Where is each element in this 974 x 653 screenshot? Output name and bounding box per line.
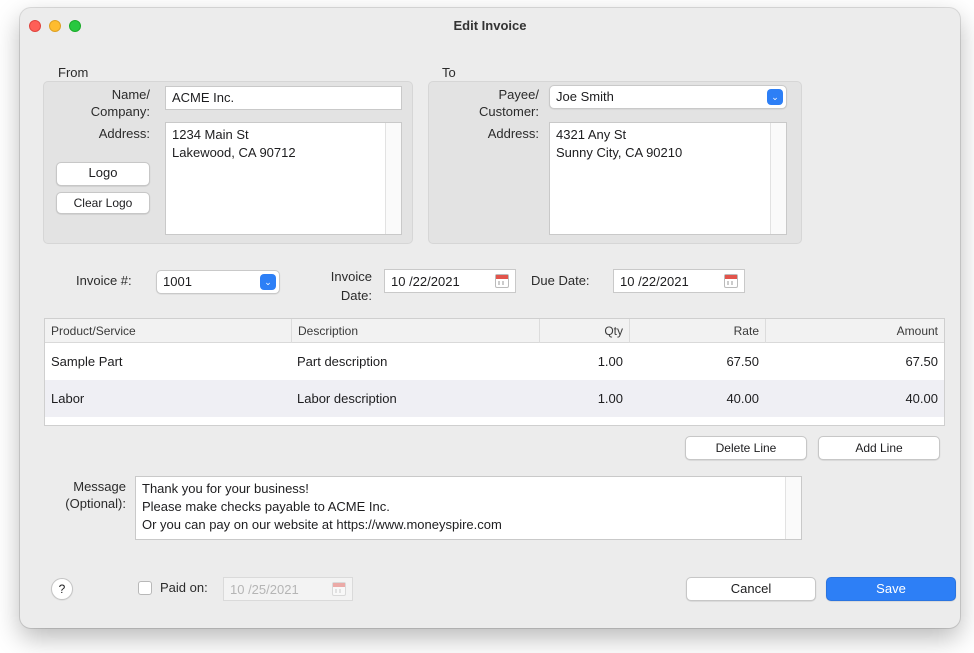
table-header: Product/Service Description Qty Rate Amo…: [45, 319, 944, 343]
invoice-number-value: 1001: [163, 274, 192, 289]
to-panel: Payee/ Customer: Joe Smith ⌄ Address: 43…: [428, 81, 802, 244]
save-button[interactable]: Save: [826, 577, 956, 601]
from-panel: Name/ Company: ACME Inc. Address: 1234 M…: [43, 81, 413, 244]
cell-qty: 1.00: [597, 391, 623, 406]
from-address-label: Address:: [98, 126, 150, 141]
cell-qty: 1.00: [597, 354, 623, 369]
paid-date-field: 10 /25/2021: [223, 577, 353, 601]
message-line-1: Thank you for your business!: [142, 481, 309, 496]
name-label-company: Company:: [90, 104, 150, 119]
invoice-date-label: Invoice: [330, 269, 372, 284]
to-address-label: Address:: [487, 126, 539, 141]
payee-label: Payee/: [498, 87, 539, 102]
title-bar[interactable]: Edit Invoice: [20, 8, 960, 44]
message-label: Message: [73, 479, 126, 494]
column-header-product[interactable]: Product/Service: [45, 319, 291, 343]
help-button[interactable]: ?: [51, 578, 73, 600]
to-address-field[interactable]: 4321 Any St Sunny City, CA 90210: [549, 122, 787, 235]
calendar-icon[interactable]: [724, 274, 738, 288]
from-section-label: From: [58, 65, 89, 80]
from-address-line-2: Lakewood, CA 90712: [172, 145, 296, 160]
payee-select-value: Joe Smith: [556, 89, 614, 104]
cell-amount: 67.50: [905, 354, 938, 369]
message-scrollbar[interactable]: [785, 477, 801, 539]
due-date-label: Due Date:: [531, 273, 590, 288]
cell-amount: 40.00: [905, 391, 938, 406]
logo-button[interactable]: Logo: [56, 162, 150, 186]
cell-rate: 40.00: [726, 391, 759, 406]
payee-select[interactable]: Joe Smith ⌄: [549, 85, 787, 109]
invoice-date-value: 10 /22/2021: [391, 274, 460, 289]
message-field[interactable]: Thank you for your business! Please make…: [135, 476, 802, 540]
name-company-field[interactable]: ACME Inc.: [165, 86, 402, 110]
add-line-button[interactable]: Add Line: [818, 436, 940, 460]
to-section-label: To: [442, 65, 456, 80]
to-address-line-2: Sunny City, CA 90210: [556, 145, 683, 160]
window-title: Edit Invoice: [453, 18, 527, 33]
column-header-qty[interactable]: Qty: [539, 319, 629, 343]
invoice-number-select[interactable]: 1001 ⌄: [156, 270, 280, 294]
invoice-date-field[interactable]: 10 /22/2021: [384, 269, 516, 293]
line-items-table: Product/Service Description Qty Rate Amo…: [44, 318, 945, 426]
clear-logo-button[interactable]: Clear Logo: [56, 192, 150, 214]
table-row[interactable]: Labor Labor description 1.00 40.00 40.00: [45, 380, 944, 417]
edit-invoice-window: Edit Invoice From Name/ Company: ACME In…: [20, 8, 960, 628]
to-address-scrollbar[interactable]: [770, 123, 786, 234]
name-label: Name/: [111, 87, 150, 102]
calendar-icon: [332, 582, 346, 596]
to-address-line-1: 4321 Any St: [556, 127, 627, 142]
due-date-value: 10 /22/2021: [620, 274, 689, 289]
cell-rate: 67.50: [726, 354, 759, 369]
message-line-3: Or you can pay on our website at https:/…: [142, 517, 502, 532]
table-row[interactable]: Sample Part Part description 1.00 67.50 …: [45, 343, 944, 380]
column-header-rate[interactable]: Rate: [629, 319, 765, 343]
message-label-optional: (Optional):: [65, 496, 126, 511]
invoice-date-label-date: Date:: [340, 288, 372, 303]
message-line-2: Please make checks payable to ACME Inc.: [142, 499, 390, 514]
from-address-line-1: 1234 Main St: [172, 127, 249, 142]
cell-description: Labor description: [297, 391, 397, 406]
chevron-down-icon: ⌄: [767, 89, 783, 105]
column-header-description[interactable]: Description: [291, 319, 539, 343]
due-date-field[interactable]: 10 /22/2021: [613, 269, 745, 293]
from-address-scrollbar[interactable]: [385, 123, 401, 234]
invoice-number-label: Invoice #:: [76, 273, 132, 288]
cell-description: Part description: [297, 354, 388, 369]
column-header-amount[interactable]: Amount: [765, 319, 944, 343]
cancel-button[interactable]: Cancel: [686, 577, 816, 601]
chevron-down-icon: ⌄: [260, 274, 276, 290]
cell-product: Labor: [51, 391, 85, 406]
delete-line-button[interactable]: Delete Line: [685, 436, 807, 460]
paid-date-value: 10 /25/2021: [230, 582, 299, 597]
paid-checkbox[interactable]: [138, 581, 152, 595]
paid-on-label: Paid on:: [160, 580, 208, 595]
cell-product: Sample Part: [51, 354, 123, 369]
calendar-icon[interactable]: [495, 274, 509, 288]
payee-label-customer: Customer:: [479, 104, 539, 119]
from-address-field[interactable]: 1234 Main St Lakewood, CA 90712: [165, 122, 402, 235]
